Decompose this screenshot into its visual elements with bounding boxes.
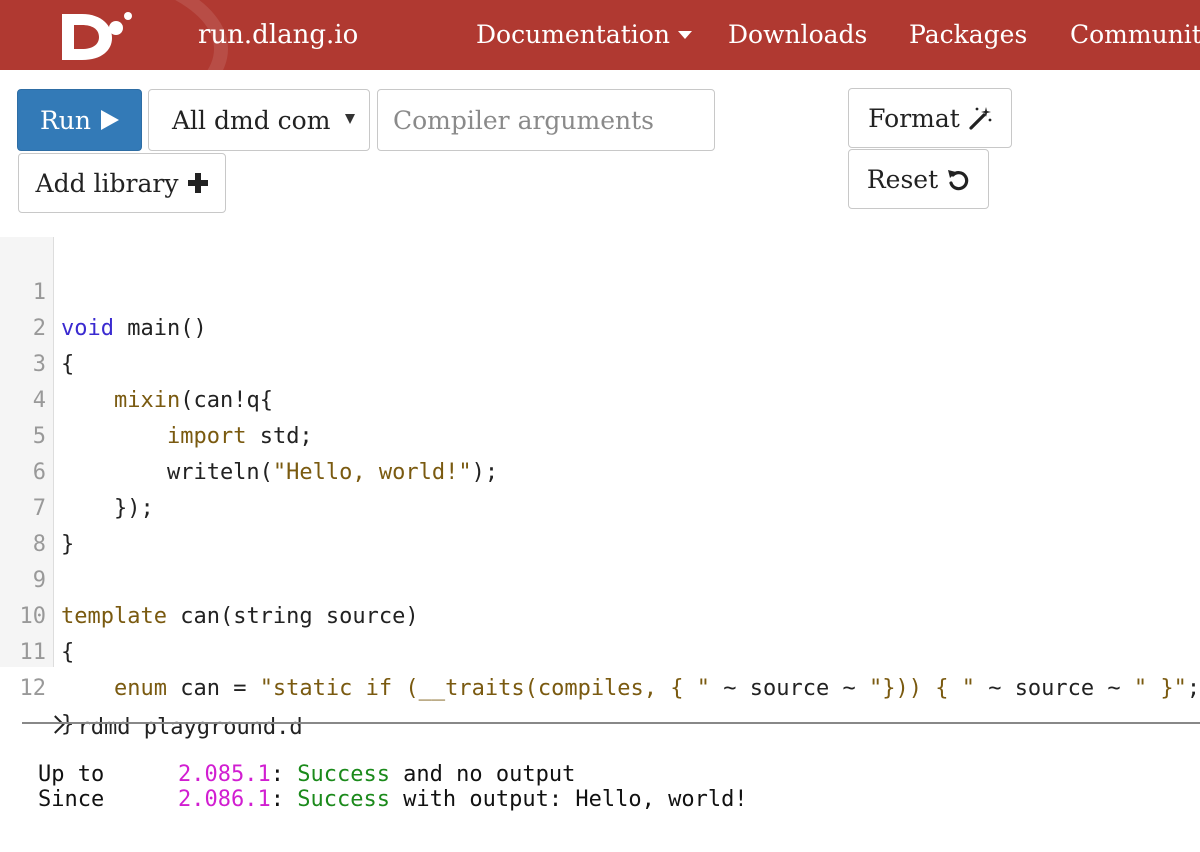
output-divider: [22, 722, 1200, 724]
navbar: run.dlang.io Documentation Downloads Pac…: [0, 0, 1200, 70]
add-library-button[interactable]: Add library: [18, 153, 226, 213]
code-editor[interactable]: 1 void main() 2 { 3 mixin(can!q{ 4 impor…: [0, 237, 1200, 737]
output-label: Since: [38, 787, 105, 812]
play-icon: [101, 110, 120, 130]
output-line: Up to 2.085.1: Success and no output: [38, 762, 575, 788]
reset-button[interactable]: Reset: [848, 149, 989, 209]
magic-wand-icon: [969, 107, 992, 130]
code-line: 8: [0, 491, 1200, 557]
d-logo-icon[interactable]: [58, 8, 138, 62]
code-line: 12 }: [0, 635, 1200, 737]
output-separator: :: [270, 787, 284, 812]
add-library-label: Add library: [35, 168, 179, 198]
nav-documentation-label: Documentation: [476, 20, 670, 49]
undo-icon: [948, 170, 969, 191]
format-button-label: Format: [868, 103, 960, 133]
output-separator: :: [270, 762, 284, 787]
nav-documentation[interactable]: Documentation: [476, 18, 692, 52]
plus-icon: [188, 173, 209, 193]
caret-down-icon: [677, 30, 692, 39]
code-line: 1 void main(): [0, 239, 1200, 341]
code-line: 4 import std;: [0, 347, 1200, 449]
code-line: 7 }: [0, 455, 1200, 557]
code-line: 9 template can(string source): [0, 527, 1200, 629]
brand-link[interactable]: run.dlang.io: [198, 18, 358, 52]
compiler-arguments-input[interactable]: [377, 89, 715, 151]
chevron-right-icon: [45, 715, 65, 734]
output-version: 2.085.1: [178, 762, 271, 787]
compiler-select-value: All dmd com: [172, 105, 331, 135]
code-line: 3 mixin(can!q{: [0, 311, 1200, 413]
reset-button-label: Reset: [866, 164, 939, 194]
code-line: 10 {: [0, 563, 1200, 665]
nav-downloads[interactable]: Downloads: [728, 18, 867, 52]
format-button[interactable]: Format: [848, 88, 1012, 148]
output-message: with output: Hello, world!: [389, 787, 748, 812]
terminal-command: rdmd playground.d: [22, 674, 303, 746]
code-line: 11 enum can = "static if (__traits(compi…: [0, 599, 1200, 701]
run-button[interactable]: Run: [17, 89, 142, 151]
output-version: 2.086.1: [178, 787, 271, 812]
code-line: 5 writeln("Hello, world!");: [0, 383, 1200, 485]
output-status: Success: [297, 762, 390, 787]
nav-packages[interactable]: Packages: [909, 18, 1027, 52]
output-line: Since 2.086.1: Success with output: Hello…: [38, 787, 748, 813]
code-line: 2 {: [0, 275, 1200, 377]
command-text: rdmd playground.d: [77, 715, 303, 740]
code-line: 6 });: [0, 419, 1200, 521]
compiler-select[interactable]: All dmd com: [148, 89, 370, 151]
run-button-label: Run: [39, 105, 92, 135]
output-message: and no output: [389, 762, 576, 787]
output-status: Success: [297, 787, 390, 812]
output-label: Up to: [38, 762, 105, 787]
caret-down-icon: [345, 114, 355, 124]
nav-community[interactable]: Community: [1070, 18, 1200, 52]
